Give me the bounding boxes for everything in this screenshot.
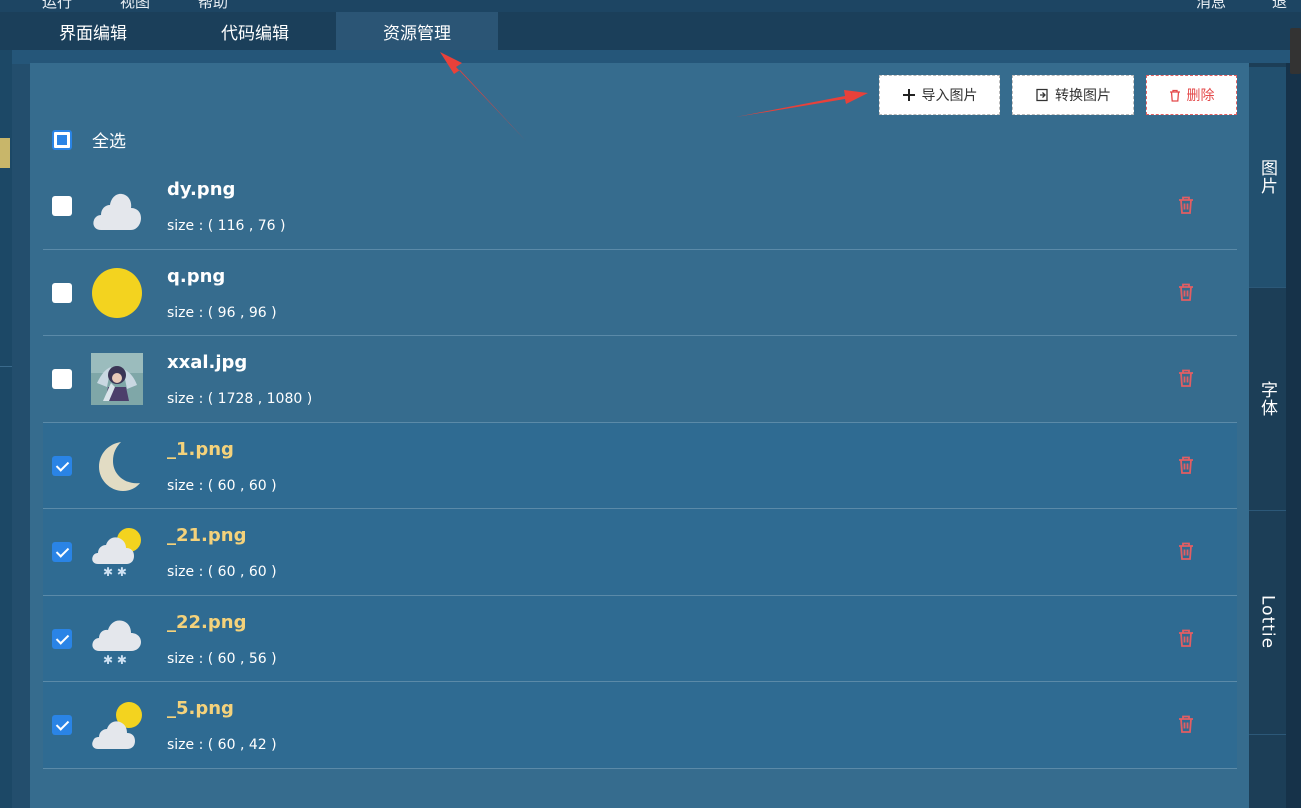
list-item[interactable]: xxal.jpg size : ( 1728 , 1080 ) (43, 336, 1237, 423)
tab-images[interactable]: 图片 (1249, 67, 1286, 287)
trash-icon (1169, 89, 1180, 102)
menu-bar: 运行 视图 帮助 消息 退出 (0, 0, 1301, 12)
list-item[interactable]: q.png size : ( 96 , 96 ) (43, 250, 1237, 336)
resource-panel: 导入图片 转换图片 删除 全选 dy.png size : ( 116 , 76… (30, 63, 1249, 808)
file-size: size : ( 60 , 56 ) (167, 650, 277, 667)
window-edge-handle (1290, 28, 1301, 74)
photo-thumbnail (91, 353, 143, 405)
tab-lottie-label: Lottie (1257, 595, 1278, 650)
svg-text:✱ ✱: ✱ ✱ (103, 565, 127, 578)
file-size: size : ( 96 , 96 ) (167, 304, 277, 321)
row-checkbox[interactable] (52, 369, 72, 389)
sun-cloud-icon (92, 702, 142, 749)
tab-fonts[interactable]: 字体 (1249, 288, 1286, 510)
plus-icon (902, 89, 915, 101)
scrollbar-track[interactable] (1286, 63, 1301, 808)
svg-text:✱ ✱: ✱ ✱ (103, 653, 127, 665)
convert-image-button[interactable]: 转换图片 (1012, 75, 1134, 115)
editor-tab-bar: 界面编辑 代码编辑 资源管理 (0, 12, 1301, 50)
file-name: _21.png (167, 525, 247, 546)
file-size: size : ( 60 , 60 ) (167, 564, 277, 580)
menu-item-messages[interactable]: 消息 (1196, 0, 1226, 12)
tab-images-label: 图片 (1257, 159, 1277, 195)
list-item[interactable]: dy.png size : ( 116 , 76 ) (43, 163, 1237, 250)
sun-icon (92, 267, 142, 318)
list-item[interactable]: _5.png size : ( 60 , 42 ) (43, 682, 1237, 769)
tab-code-editor[interactable]: 代码编辑 (174, 12, 336, 50)
row-checkbox[interactable] (52, 628, 72, 649)
list-item[interactable]: ✱ ✱ _22.png size : ( 60 , 56 ) (43, 595, 1237, 682)
file-name: _22.png (167, 611, 247, 633)
sidebar-divider (0, 366, 12, 367)
file-size: size : ( 116 , 76 ) (167, 218, 286, 234)
row-checkbox[interactable] (52, 196, 72, 216)
cloud-icon (93, 193, 141, 230)
snow-sun-cloud-icon: ✱ ✱ (92, 528, 141, 578)
menu-item-view[interactable]: 视图 (120, 0, 150, 12)
trash-icon[interactable] (1177, 195, 1195, 215)
delete-label: 删除 (1186, 88, 1215, 104)
list-item[interactable]: ✱ ✱ _21.png size : ( 60 , 60 ) (43, 509, 1237, 596)
import-image-button[interactable]: 导入图片 (879, 75, 1000, 115)
tab-resource-manager[interactable]: 资源管理 (336, 12, 498, 50)
file-name: _1.png (167, 438, 234, 460)
left-sidebar (0, 50, 12, 808)
file-name: q.png (167, 265, 226, 287)
tab-lottie[interactable]: Lottie (1249, 511, 1286, 734)
tab-divider (1249, 734, 1286, 735)
select-all-checkbox[interactable] (52, 130, 72, 150)
file-name: _5.png (167, 698, 234, 719)
snow-cloud-icon: ✱ ✱ (92, 619, 141, 665)
convert-icon (1036, 88, 1048, 102)
file-list: dy.png size : ( 116 , 76 ) q.png size : … (43, 163, 1237, 769)
trash-icon[interactable] (1177, 282, 1195, 302)
menu-item-exit[interactable]: 退出 (1272, 0, 1301, 12)
trash-icon[interactable] (1177, 541, 1195, 561)
resource-type-tabs: 图片 字体 Lottie (1249, 63, 1301, 808)
tab-fonts-label: 字体 (1257, 381, 1277, 417)
row-checkbox[interactable] (52, 455, 72, 476)
tab-ui-editor[interactable]: 界面编辑 (12, 12, 174, 50)
row-checkbox[interactable] (52, 282, 72, 303)
delete-button[interactable]: 删除 (1146, 75, 1237, 115)
import-image-label: 导入图片 (921, 88, 978, 104)
header-band (0, 50, 1301, 64)
convert-image-label: 转换图片 (1055, 88, 1111, 104)
sidebar-marker[interactable] (0, 138, 10, 168)
list-item[interactable]: _1.png size : ( 60 , 60 ) (43, 422, 1237, 509)
trash-icon[interactable] (1177, 368, 1195, 388)
trash-icon[interactable] (1177, 714, 1195, 734)
row-checkbox[interactable] (52, 542, 72, 562)
file-size: size : ( 60 , 42 ) (167, 737, 277, 753)
row-checkbox[interactable] (52, 715, 72, 735)
file-size: size : ( 1728 , 1080 ) (167, 391, 313, 407)
file-size: size : ( 60 , 60 ) (167, 477, 277, 494)
select-all-label: 全选 (92, 132, 126, 152)
trash-icon[interactable] (1177, 455, 1195, 475)
file-name: dy.png (167, 179, 236, 200)
file-name: xxal.jpg (167, 352, 248, 373)
moon-icon (99, 441, 140, 491)
menu-item-help[interactable]: 帮助 (198, 0, 228, 12)
trash-icon[interactable] (1177, 628, 1195, 648)
menu-item-run[interactable]: 运行 (42, 0, 72, 12)
